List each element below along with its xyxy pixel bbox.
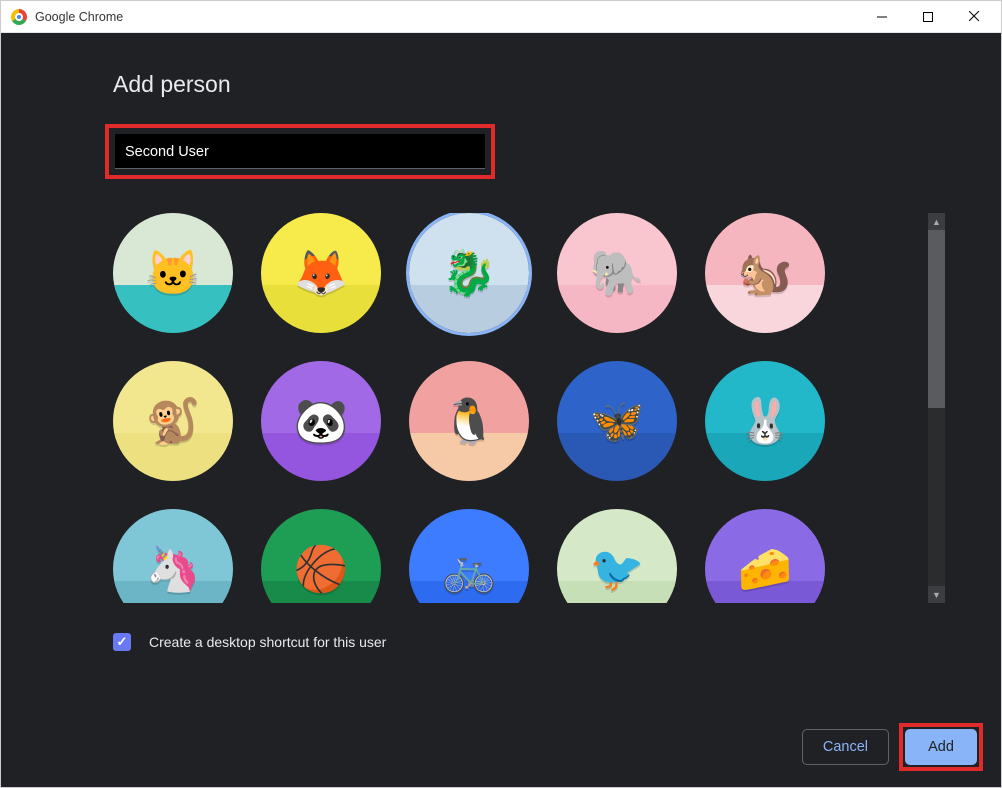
avatar-origami-panda[interactable]: 🐼 — [261, 361, 381, 481]
avatar-origami-butterfly[interactable]: 🦋 — [557, 361, 677, 481]
window-close-button[interactable] — [951, 1, 997, 32]
avatar-scrollbar[interactable]: ▲ ▼ — [928, 213, 945, 603]
cancel-button[interactable]: Cancel — [802, 729, 889, 765]
desktop-shortcut-checkbox[interactable]: ✓ — [113, 633, 131, 651]
scrollbar-thumb[interactable] — [928, 230, 945, 408]
dialog-heading: Add person — [113, 71, 945, 98]
window-title: Google Chrome — [35, 10, 123, 24]
avatar-glyph-icon: 🐿️ — [738, 247, 793, 299]
avatar-scroll-viewport: 🐱 🦊 🐉 🐘 🐿️ 🐒 🐼 🐧 🦋 🐰 🦄 🏀 🚲 🐦 🧀 — [113, 213, 928, 603]
desktop-shortcut-label: Create a desktop shortcut for this user — [149, 634, 386, 650]
add-person-dialog: Add person 🐱 🦊 🐉 🐘 🐿️ 🐒 🐼 🐧 🦋 🐰 🦄 🏀 🚲 🐦 🧀 ▲ ▼ ✓ Create… — [1, 33, 1001, 787]
desktop-shortcut-row: ✓ Create a desktop shortcut for this use… — [113, 633, 945, 651]
avatar-bicycle[interactable]: 🚲 — [409, 509, 529, 603]
avatar-glyph-icon: 🦄 — [146, 543, 201, 595]
avatar-origami-dragon[interactable]: 🐉 — [409, 213, 529, 333]
avatar-glyph-icon: 🐉 — [442, 247, 497, 299]
avatar-origami-cat[interactable]: 🐱 — [113, 213, 233, 333]
window-titlebar: Google Chrome — [1, 1, 1001, 33]
avatar-glyph-icon: 🐘 — [590, 247, 645, 299]
avatar-origami-elephant[interactable]: 🐘 — [557, 213, 677, 333]
avatar-origami-squirrel[interactable]: 🐿️ — [705, 213, 825, 333]
checkmark-icon: ✓ — [117, 634, 128, 650]
avatar-glyph-icon: 🐱 — [146, 247, 201, 299]
avatar-glyph-icon: 🚲 — [442, 543, 497, 595]
name-input-highlight — [105, 124, 495, 179]
add-button-highlight: Add — [899, 723, 983, 771]
chrome-logo-icon — [11, 9, 27, 25]
avatar-bird[interactable]: 🐦 — [557, 509, 677, 603]
avatar-basketball[interactable]: 🏀 — [261, 509, 381, 603]
minimize-icon — [877, 12, 887, 22]
scrollbar-down-button[interactable]: ▼ — [928, 586, 945, 603]
window-maximize-button[interactable] — [905, 1, 951, 32]
avatar-glyph-icon: 🐦 — [590, 543, 645, 595]
avatar-glyph-icon: 🧀 — [738, 543, 793, 595]
avatar-origami-unicorn[interactable]: 🦄 — [113, 509, 233, 603]
person-name-input[interactable] — [115, 134, 485, 169]
avatar-grid: 🐱 🦊 🐉 🐘 🐿️ 🐒 🐼 🐧 🦋 🐰 🦄 🏀 🚲 🐦 🧀 — [113, 213, 918, 603]
scrollbar-track[interactable] — [928, 230, 945, 586]
avatar-glyph-icon: 🦊 — [294, 247, 349, 299]
close-icon — [969, 11, 980, 22]
avatar-origami-fox[interactable]: 🦊 — [261, 213, 381, 333]
add-button[interactable]: Add — [905, 729, 977, 765]
avatar-origami-penguin[interactable]: 🐧 — [409, 361, 529, 481]
avatar-glyph-icon: 🏀 — [294, 543, 349, 595]
scrollbar-up-button[interactable]: ▲ — [928, 213, 945, 230]
avatar-picker: 🐱 🦊 🐉 🐘 🐿️ 🐒 🐼 🐧 🦋 🐰 🦄 🏀 🚲 🐦 🧀 ▲ ▼ — [113, 213, 945, 603]
avatar-cheese[interactable]: 🧀 — [705, 509, 825, 603]
window-minimize-button[interactable] — [859, 1, 905, 32]
avatar-glyph-icon: 🐰 — [738, 395, 793, 447]
avatar-glyph-icon: 🐧 — [442, 395, 497, 447]
dialog-button-row: Cancel Add — [802, 723, 983, 771]
avatar-glyph-icon: 🦋 — [590, 395, 645, 447]
avatar-origami-rabbit[interactable]: 🐰 — [705, 361, 825, 481]
maximize-icon — [923, 12, 933, 22]
avatar-glyph-icon: 🐒 — [146, 395, 201, 447]
avatar-origami-monkey[interactable]: 🐒 — [113, 361, 233, 481]
avatar-glyph-icon: 🐼 — [294, 395, 349, 447]
